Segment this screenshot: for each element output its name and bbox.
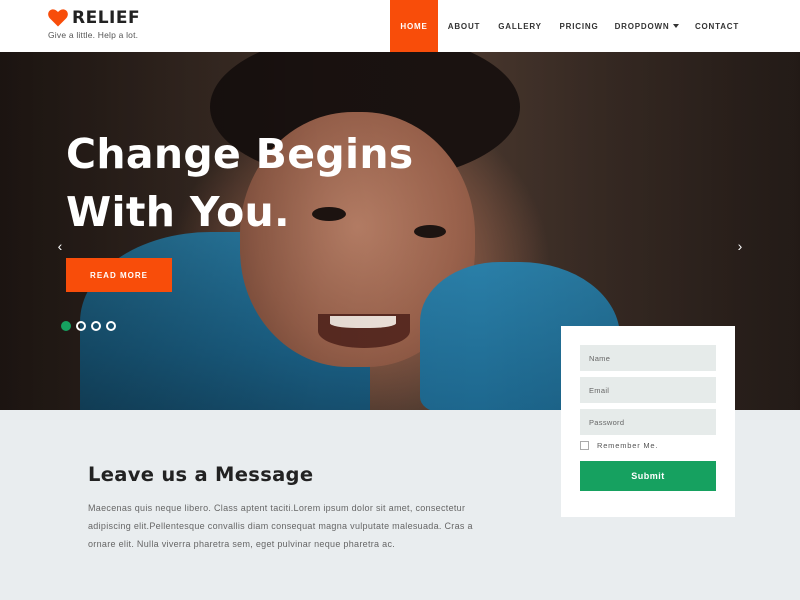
remember-checkbox[interactable] bbox=[580, 441, 589, 450]
caret-down-icon bbox=[673, 24, 680, 28]
remember-me: Remember Me. bbox=[580, 441, 716, 450]
logo[interactable]: RELIEF Give a little. Help a lot. bbox=[48, 9, 140, 40]
slider-dot[interactable] bbox=[61, 321, 71, 331]
chevron-right-icon[interactable]: › bbox=[733, 239, 747, 253]
hero-title-line2: With You. bbox=[66, 188, 290, 236]
password-field[interactable]: Password bbox=[580, 409, 716, 435]
slider-dots bbox=[61, 321, 121, 331]
slider-dot[interactable] bbox=[91, 321, 101, 331]
nav-dropdown[interactable]: DROPDOWN bbox=[608, 0, 686, 52]
remember-label: Remember Me. bbox=[597, 441, 659, 450]
nav-contact[interactable]: CONTACT bbox=[686, 0, 748, 52]
nav-pricing[interactable]: PRICING bbox=[550, 0, 608, 52]
chevron-left-icon[interactable]: ‹ bbox=[53, 239, 67, 253]
email-field[interactable]: Email bbox=[580, 377, 716, 403]
hero-title-line1: Change Begins bbox=[66, 130, 414, 178]
heart-icon bbox=[48, 9, 68, 27]
slider-dot[interactable] bbox=[106, 321, 116, 331]
submit-button[interactable]: Submit bbox=[580, 461, 716, 491]
site-header: RELIEF Give a little. Help a lot. HOME A… bbox=[0, 0, 800, 52]
message-title: Leave us a Message bbox=[88, 463, 314, 486]
slider-dot[interactable] bbox=[76, 321, 86, 331]
read-more-button[interactable]: READ MORE bbox=[66, 258, 172, 292]
nav-dropdown-label: DROPDOWN bbox=[614, 21, 670, 31]
brand-tagline: Give a little. Help a lot. bbox=[48, 30, 139, 40]
name-field[interactable]: Name bbox=[580, 345, 716, 371]
brand-name: RELIEF bbox=[72, 8, 141, 28]
nav-about[interactable]: ABOUT bbox=[438, 0, 490, 52]
message-body: Maecenas quis neque libero. Class aptent… bbox=[88, 503, 473, 549]
nav-gallery[interactable]: GALLERY bbox=[490, 0, 550, 52]
nav-home[interactable]: HOME bbox=[390, 0, 438, 52]
login-form: Name Email Password Remember Me. Submit bbox=[561, 326, 735, 517]
main-nav: HOME ABOUT GALLERY PRICING DROPDOWN CONT… bbox=[390, 0, 748, 52]
hero-title: Change Begins With You. bbox=[66, 125, 486, 241]
